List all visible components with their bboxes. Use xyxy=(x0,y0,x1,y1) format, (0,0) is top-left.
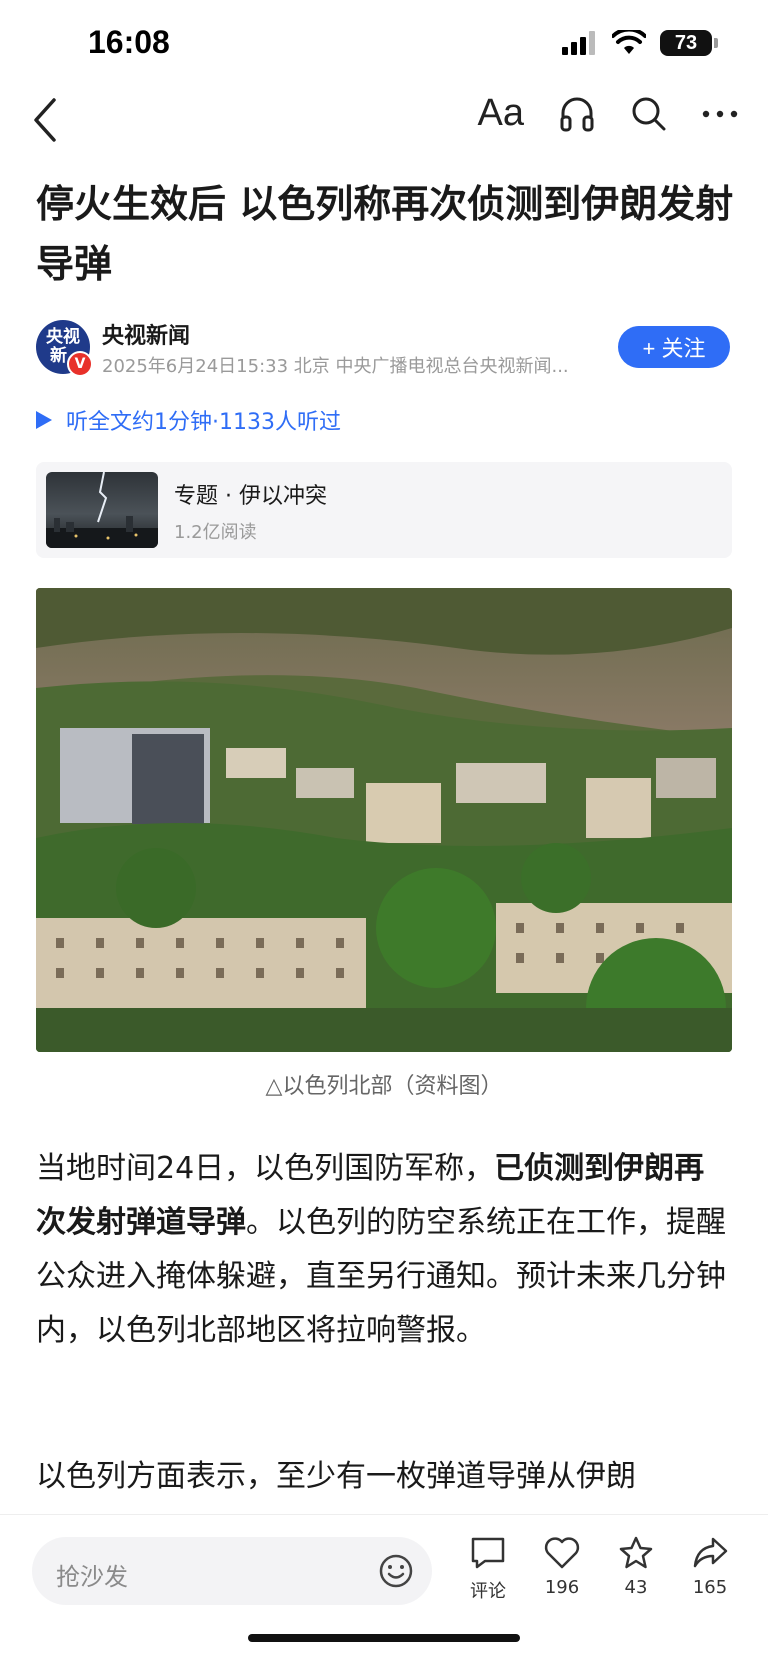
nav-actions: Aa xyxy=(478,92,738,135)
home-indicator[interactable] xyxy=(248,1634,520,1642)
article-paragraph: 当地时间24日，以色列国防军称，已侦测到伊朗再次发射弹道导弹。以色列的防空系统正… xyxy=(36,1142,732,1358)
headphones-icon[interactable] xyxy=(558,95,596,133)
comment-icon xyxy=(471,1537,505,1569)
status-icons: 73 xyxy=(562,30,718,56)
favorite-count: 43 xyxy=(624,1577,648,1598)
font-size-icon[interactable]: Aa xyxy=(478,92,524,135)
share-icon xyxy=(693,1537,728,1568)
avatar-text-top: 央视 xyxy=(46,327,80,347)
like-button[interactable]: 196 xyxy=(532,1535,592,1598)
topic-card[interactable]: 专题 · 伊以冲突 1.2亿阅读 xyxy=(36,462,732,558)
verified-badge: V xyxy=(67,351,93,377)
comment-input[interactable]: 抢沙发 xyxy=(32,1537,432,1605)
heart-icon xyxy=(544,1537,580,1569)
article-photo[interactable] xyxy=(36,588,732,1052)
image-caption: △以色列北部（资料图） xyxy=(265,1074,503,1099)
wifi-icon xyxy=(612,30,646,54)
more-icon[interactable] xyxy=(702,109,738,119)
topic-title: 专题 · 伊以冲突 xyxy=(174,484,327,509)
chevron-left-icon xyxy=(34,98,56,142)
listen-label: 听全文约1分钟·1133人听过 xyxy=(66,410,341,435)
author-meta: 2025年6月24日15:33 北京 中央广播电视总台央视新闻... xyxy=(102,356,569,377)
favorite-button[interactable]: 43 xyxy=(606,1535,666,1598)
like-count: 196 xyxy=(544,1577,580,1598)
paragraph-text: 以色列方面表示，至少有一枚弹道导弹从伊朗 xyxy=(36,1459,636,1494)
play-icon xyxy=(36,411,52,429)
author-avatar[interactable]: 央视 新 V xyxy=(36,320,93,377)
comment-placeholder: 抢沙发 xyxy=(56,1563,128,1591)
signal-icon xyxy=(562,31,595,55)
topic-reads: 1.2亿阅读 xyxy=(174,522,257,543)
share-count: 165 xyxy=(692,1577,728,1598)
status-time: 16:08 xyxy=(88,24,170,60)
share-button[interactable]: 165 xyxy=(680,1535,740,1598)
back-button[interactable] xyxy=(28,92,68,148)
topic-thumbnail xyxy=(46,472,158,548)
comment-button[interactable]: 评论 xyxy=(458,1535,518,1603)
follow-button[interactable]: + 关注 xyxy=(618,326,730,368)
star-icon xyxy=(619,1536,653,1569)
listen-full-text[interactable]: 听全文约1分钟·1133人听过 xyxy=(36,404,341,436)
battery-indicator: 73 xyxy=(660,30,718,56)
article-title: 停火生效后 以色列称再次侦测到伊朗发射导弹 xyxy=(36,182,734,286)
emoji-icon[interactable] xyxy=(378,1553,414,1589)
paragraph-text: 当地时间24日，以色列国防军称， xyxy=(36,1151,495,1186)
comment-label: 评论 xyxy=(470,1581,506,1602)
article-paragraph: 以色列方面表示，至少有一枚弹道导弹从伊朗 xyxy=(36,1450,732,1510)
search-icon[interactable] xyxy=(630,95,668,133)
author-name[interactable]: 央视新闻 xyxy=(102,318,190,350)
